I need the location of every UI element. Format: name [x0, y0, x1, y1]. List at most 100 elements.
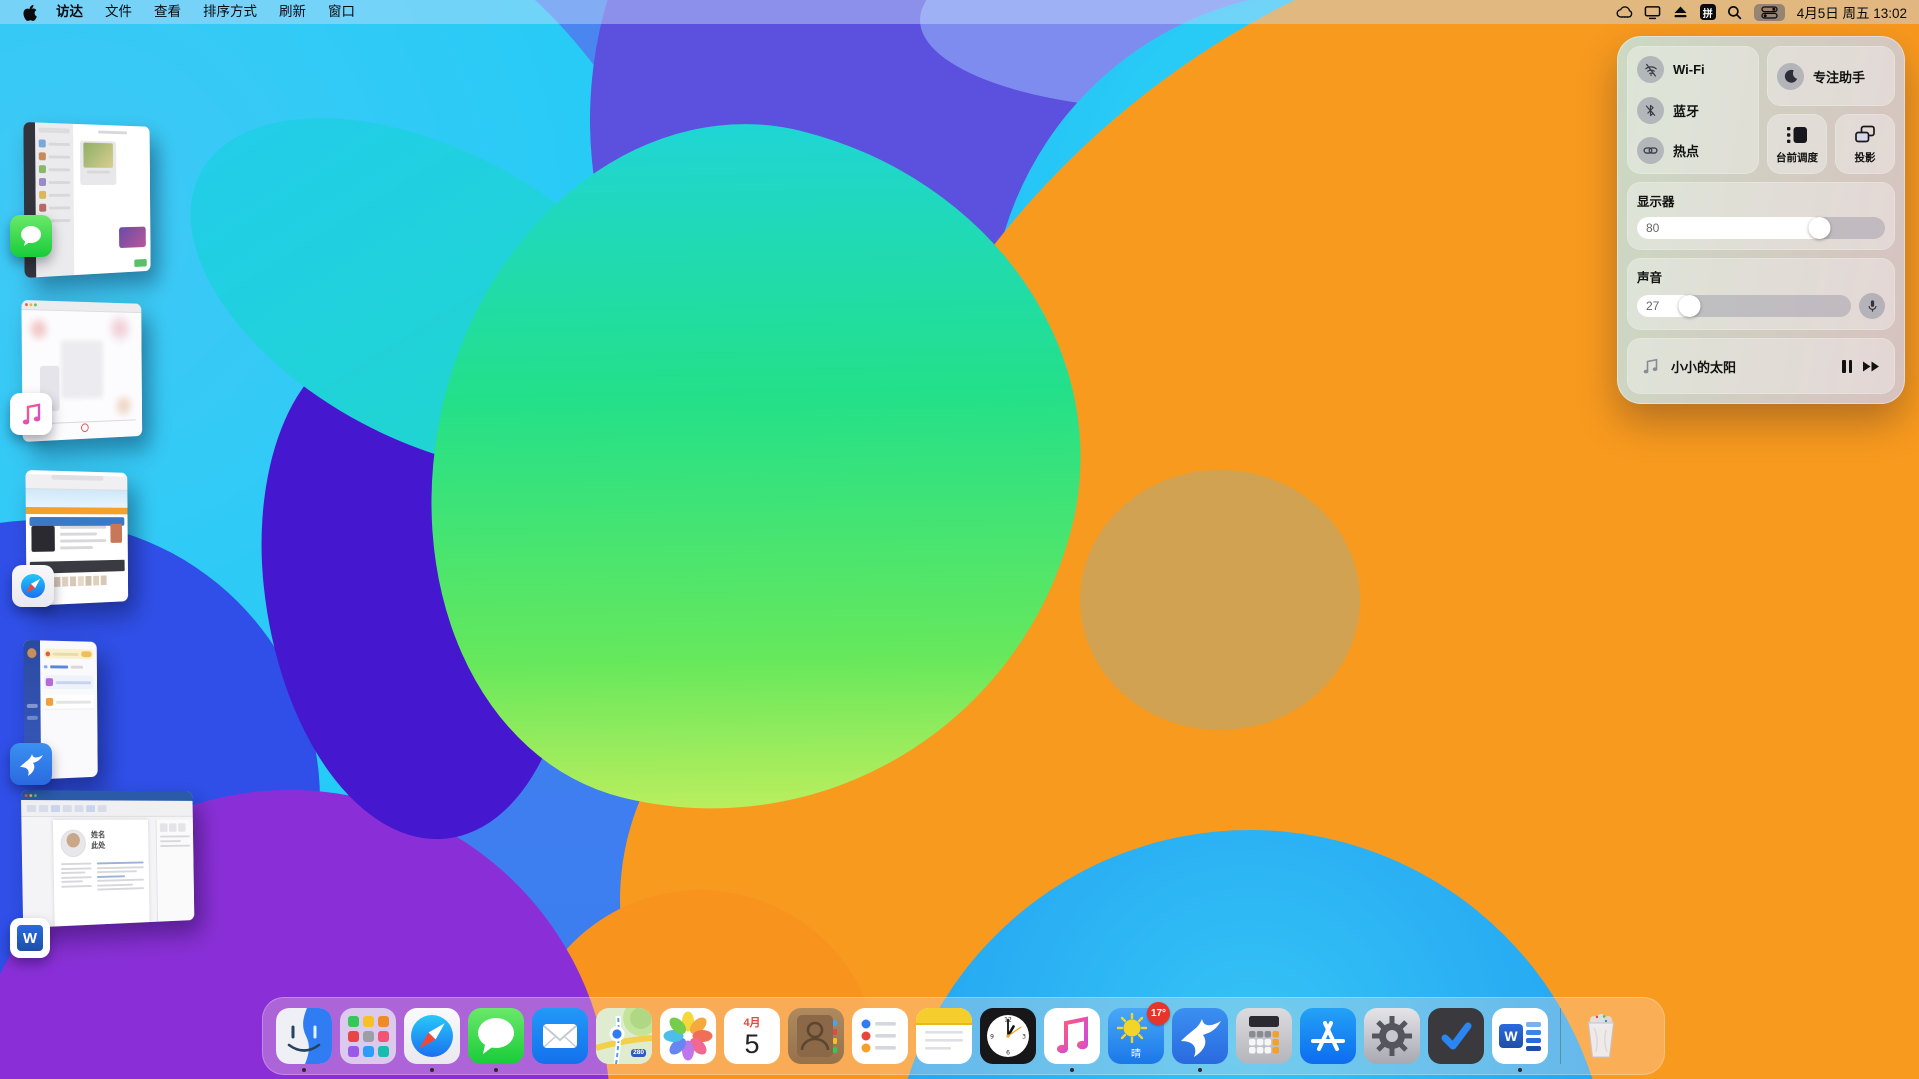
menu-bar-clock[interactable]: 4月5日 周五 13:02: [1795, 2, 1907, 22]
webpage-qr: [31, 526, 55, 552]
stage-manager-icon: [1785, 124, 1809, 146]
menu-item-window[interactable]: 窗口: [317, 0, 366, 24]
music-icon: [1044, 1008, 1100, 1064]
dock-item-music[interactable]: [1040, 1008, 1104, 1064]
thunder-icon: [1172, 1008, 1228, 1064]
app-store-icon: [1300, 1008, 1356, 1064]
connectivity-card: Wi-Fi 蓝牙 热点: [1627, 46, 1759, 174]
dock-item-todo-checkmark[interactable]: [1424, 1008, 1488, 1064]
screen-mirroring-icon: [1853, 124, 1877, 146]
word-format-panel: [156, 820, 195, 922]
dock-item-notes[interactable]: [912, 1008, 976, 1064]
calendar-month: 4月: [724, 1014, 780, 1030]
mail-icon: [532, 1008, 588, 1064]
menu-item-sort[interactable]: 排序方式: [192, 0, 268, 24]
maps-interstate-shield: 280: [631, 1049, 646, 1058]
webpage-navbar: [26, 507, 128, 514]
menu-item-finder[interactable]: 访达: [45, 0, 94, 24]
weather-icon: 晴 17°: [1108, 1008, 1164, 1064]
display-value: 80: [1637, 221, 1659, 235]
dock-item-contacts[interactable]: [784, 1008, 848, 1064]
launchpad-icon: [340, 1008, 396, 1064]
word-letter: W: [1499, 1024, 1523, 1048]
display-label: 显示器: [1637, 191, 1885, 210]
eject-icon[interactable]: [1672, 3, 1690, 21]
icloud-sync-icon[interactable]: [1616, 3, 1634, 21]
word-ribbon: [21, 800, 193, 817]
running-indicator-dot: [1518, 1068, 1522, 1072]
control-center-icon[interactable]: [1754, 4, 1785, 21]
calendar-day: 5: [724, 1031, 780, 1058]
running-indicator-dot: [494, 1068, 498, 1072]
sound-slider[interactable]: 27: [1637, 295, 1851, 317]
dock-item-mail[interactable]: [528, 1008, 592, 1064]
weather-temp-badge: 17°: [1147, 1002, 1170, 1025]
stage-window-word[interactable]: 姓名 此处: [21, 790, 194, 928]
word-icon: W: [1492, 1008, 1548, 1064]
todo-checkmark-icon: [1428, 1008, 1484, 1064]
dock-item-maps[interactable]: 280: [592, 1008, 656, 1064]
svg-text:3: 3: [1022, 1034, 1026, 1041]
menu-item-refresh[interactable]: 刷新: [268, 0, 317, 24]
safari-app-badge-icon: [12, 565, 54, 607]
dock-item-launchpad[interactable]: [336, 1008, 400, 1064]
dock-item-calendar[interactable]: 4月 5: [720, 1008, 784, 1064]
display-slider[interactable]: 80: [1637, 217, 1885, 239]
microphone-button[interactable]: [1859, 293, 1885, 319]
apple-menu[interactable]: [14, 4, 45, 21]
dock-item-app-store[interactable]: [1296, 1008, 1360, 1064]
trash-icon[interactable]: [1573, 1008, 1629, 1064]
spotlight-search-icon[interactable]: [1726, 3, 1744, 21]
thunder-app-badge-icon: [10, 743, 52, 785]
dock-item-system-settings[interactable]: [1360, 1008, 1424, 1064]
now-playing-title: 小小的太阳: [1671, 357, 1832, 376]
sound-label: 声音: [1637, 267, 1885, 286]
menu-item-view[interactable]: 查看: [143, 0, 192, 24]
running-indicator-dot: [430, 1068, 434, 1072]
fast-forward-button[interactable]: [1862, 361, 1881, 372]
music-note-icon: [1641, 356, 1661, 376]
wifi-toggle[interactable]: Wi-Fi: [1637, 56, 1749, 83]
webpage-portrait: [110, 524, 122, 543]
contacts-icon: [788, 1008, 844, 1064]
dock-item-word[interactable]: W: [1488, 1008, 1552, 1064]
bluetooth-toggle[interactable]: 蓝牙: [1637, 97, 1749, 124]
messages-icon: [468, 1008, 524, 1064]
clock-icon: 12369: [980, 1008, 1036, 1064]
display-slider-knob[interactable]: [1809, 217, 1831, 239]
word-document: 姓名 此处: [53, 820, 150, 927]
menu-item-file[interactable]: 文件: [94, 0, 143, 24]
dock: 280 4月 5 12369: [262, 997, 1665, 1075]
dock-item-calculator[interactable]: [1232, 1008, 1296, 1064]
menu-bar: 访达 文件 查看 排序方式 刷新 窗口 拼 4月5日 周五 13:02: [0, 0, 1919, 24]
wallpaper-blob: [1080, 470, 1360, 730]
pinyin-input-icon[interactable]: 拼: [1700, 4, 1716, 20]
dock-item-safari[interactable]: [400, 1008, 464, 1064]
safari-icon: [404, 1008, 460, 1064]
running-indicator-dot: [1070, 1068, 1074, 1072]
word-app-badge-icon: W: [10, 918, 50, 958]
hotspot-toggle[interactable]: 热点: [1637, 137, 1749, 164]
svg-text:9: 9: [990, 1034, 994, 1041]
pause-button[interactable]: [1842, 360, 1852, 373]
dock-item-weather[interactable]: 晴 17°: [1104, 1008, 1168, 1064]
screen-mirroring-toggle[interactable]: 投影: [1835, 114, 1895, 174]
display-mirroring-icon[interactable]: [1644, 3, 1662, 21]
webpage-banner: [26, 489, 128, 508]
messages-app-badge-icon: [10, 215, 52, 257]
dock-item-messages[interactable]: [464, 1008, 528, 1064]
dock-item-reminders[interactable]: [848, 1008, 912, 1064]
dock-item-clock[interactable]: 12369: [976, 1008, 1040, 1064]
dock-item-thunder[interactable]: [1168, 1008, 1232, 1064]
now-playing-card[interactable]: 小小的太阳: [1627, 338, 1895, 394]
display-card: 显示器 80: [1627, 182, 1895, 250]
stage-manager-toggle[interactable]: 台前调度: [1767, 114, 1827, 174]
maps-icon: 280: [596, 1008, 652, 1064]
focus-toggle[interactable]: 专注助手: [1767, 46, 1895, 106]
apple-logo-icon: [22, 4, 37, 21]
sound-slider-knob[interactable]: [1678, 295, 1700, 317]
dock-item-finder[interactable]: [272, 1008, 336, 1064]
control-center-panel: Wi-Fi 蓝牙 热点 专注助手: [1617, 36, 1905, 404]
dock-item-photos[interactable]: [656, 1008, 720, 1064]
music-app-badge-icon: [10, 393, 52, 435]
